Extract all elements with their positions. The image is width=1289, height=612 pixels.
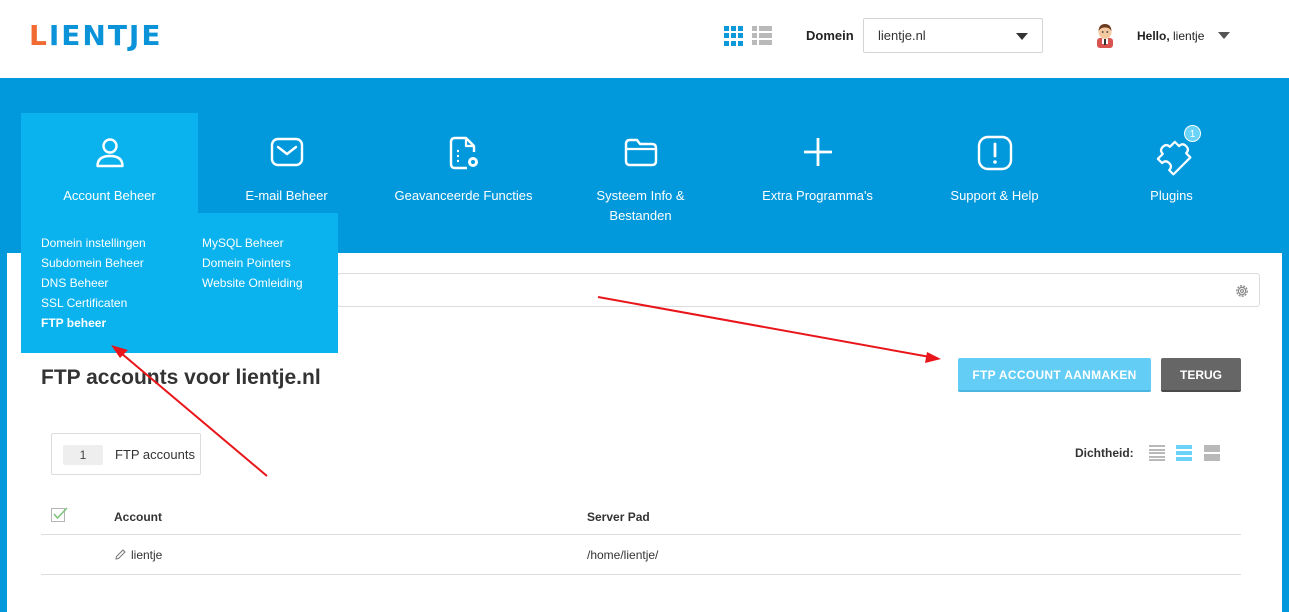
nav-geavanceerde-functies[interactable]: Geavanceerde Functies — [375, 113, 552, 212]
domain-label: Domein — [806, 28, 854, 43]
density-wide-icon[interactable] — [1204, 445, 1220, 461]
account-beheer-submenu: Domein instellingen Subdomein Beheer DNS… — [21, 213, 338, 353]
user-greeting[interactable]: Hello, lientje — [1137, 29, 1204, 43]
exclamation-icon — [977, 135, 1012, 171]
account-name[interactable]: lientje — [131, 548, 162, 562]
pencil-icon[interactable] — [115, 549, 126, 560]
top-bar: LIENTJE Domein lientje.nl Hello, lientje — [0, 0, 1289, 78]
density-compact-icon[interactable] — [1149, 445, 1165, 461]
submenu-ssl-certificaten[interactable]: SSL Certificaten — [41, 293, 127, 313]
server-path: /home/lientje/ — [587, 548, 659, 562]
chevron-down-icon — [1016, 33, 1028, 40]
domain-select-value: lientje.nl — [878, 28, 926, 43]
nav-support-help[interactable]: Support & Help — [906, 113, 1083, 212]
submenu-website-omleiding[interactable]: Website Omleiding — [202, 273, 303, 293]
plus-icon — [803, 138, 832, 166]
submenu-mysql-beheer[interactable]: MySQL Beheer — [202, 233, 284, 253]
folder-icon — [624, 138, 657, 167]
density-normal-icon[interactable] — [1176, 445, 1192, 461]
envelope-icon — [270, 137, 303, 167]
grid-view-icon[interactable] — [724, 26, 744, 46]
select-all-checkbox[interactable] — [51, 507, 68, 522]
nav-label: Geavanceerde Functies — [394, 188, 533, 203]
column-server-pad[interactable]: Server Pad — [587, 510, 650, 524]
list-view-icon[interactable] — [752, 26, 772, 46]
avatar[interactable] — [1094, 22, 1116, 48]
column-account[interactable]: Account — [114, 510, 162, 524]
document-gear-icon — [449, 136, 478, 170]
nav-label: Systeem Info & Bestanden — [596, 188, 685, 223]
lientje-logo[interactable]: LIENTJE — [29, 20, 162, 52]
plugins-badge: 1 — [1184, 125, 1201, 142]
submenu-subdomein-beheer[interactable]: Subdomein Beheer — [41, 253, 144, 273]
table-row[interactable]: lientje /home/lientje/ — [41, 536, 1241, 575]
page-title: FTP accounts voor lientje.nl — [41, 366, 321, 389]
view-toggle — [724, 26, 772, 46]
gear-icon[interactable] — [1234, 283, 1250, 299]
density-label: Dichtheid: — [1075, 446, 1134, 460]
nav-label: Plugins — [1150, 188, 1193, 203]
puzzle-icon — [1156, 140, 1191, 176]
nav-label: Support & Help — [950, 188, 1039, 203]
account-count: 1 — [63, 445, 103, 465]
back-button[interactable]: TERUG — [1161, 358, 1241, 392]
nav-email-beheer[interactable]: E-mail Beheer — [198, 113, 375, 212]
nav-account-beheer[interactable]: Account Beheer — [21, 113, 198, 213]
domain-select[interactable]: lientje.nl — [863, 18, 1043, 53]
nav-plugins[interactable]: Plugins — [1083, 113, 1260, 212]
nav-label: Account Beheer — [63, 188, 156, 203]
submenu-dns-beheer[interactable]: DNS Beheer — [41, 273, 108, 293]
submenu-domein-pointers[interactable]: Domein Pointers — [202, 253, 291, 273]
user-icon — [95, 138, 124, 168]
account-count-label: FTP accounts — [115, 447, 195, 462]
submenu-ftp-beheer[interactable]: FTP beheer — [41, 313, 106, 333]
user-menu-chevron-icon[interactable] — [1218, 32, 1230, 39]
search-input[interactable] — [337, 273, 1260, 307]
nav-systeem-info[interactable]: Systeem Info & Bestanden — [552, 113, 729, 223]
submenu-domein-instellingen[interactable]: Domein instellingen — [41, 233, 146, 253]
nav-label: Extra Programma's — [762, 188, 873, 203]
nav-extra-programmas[interactable]: Extra Programma's — [729, 113, 906, 212]
create-ftp-account-button[interactable]: FTP ACCOUNT AANMAKEN — [958, 358, 1151, 392]
table-header: Account Server Pad — [41, 501, 1241, 535]
account-count-box: 1 FTP accounts — [51, 433, 201, 475]
nav-label: E-mail Beheer — [245, 188, 328, 203]
